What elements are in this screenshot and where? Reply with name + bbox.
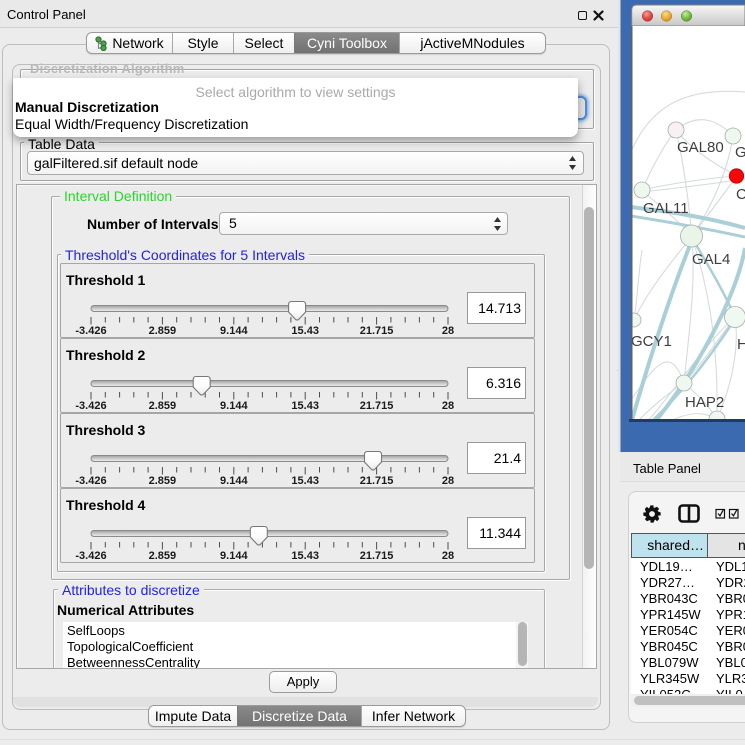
- svg-text:-3.426: -3.426: [75, 475, 106, 487]
- svg-text:2.859: 2.859: [149, 475, 177, 487]
- svg-text:21.715: 21.715: [360, 475, 394, 487]
- svg-text:9.144: 9.144: [220, 325, 248, 337]
- svg-text:15.43: 15.43: [291, 400, 319, 412]
- svg-text:15.43: 15.43: [291, 550, 319, 562]
- svg-text:9.144: 9.144: [220, 400, 248, 412]
- svg-text:21.715: 21.715: [360, 325, 394, 337]
- svg-text:2.859: 2.859: [149, 325, 177, 337]
- svg-text:-3.426: -3.426: [75, 325, 106, 337]
- svg-text:28: 28: [442, 550, 454, 562]
- svg-text:GCY1: GCY1: [631, 333, 672, 350]
- svg-text:C: C: [736, 186, 745, 203]
- svg-text:HAP2: HAP2: [685, 394, 724, 411]
- svg-text:28: 28: [442, 325, 454, 337]
- svg-text:GAL4: GAL4: [692, 251, 730, 268]
- svg-text:15.43: 15.43: [291, 475, 319, 487]
- svg-text:9.144: 9.144: [220, 475, 248, 487]
- svg-text:21.715: 21.715: [360, 400, 394, 412]
- svg-text:2.859: 2.859: [149, 550, 177, 562]
- svg-text:2.859: 2.859: [149, 400, 177, 412]
- svg-text:-3.426: -3.426: [75, 400, 106, 412]
- svg-text:9.144: 9.144: [220, 550, 248, 562]
- svg-text:28: 28: [442, 475, 454, 487]
- svg-text:GAL11: GAL11: [643, 200, 689, 217]
- svg-text:GAL80: GAL80: [677, 139, 724, 156]
- svg-text:GA: GA: [735, 144, 745, 161]
- svg-text:H: H: [737, 336, 745, 353]
- svg-text:28: 28: [442, 400, 454, 412]
- svg-text:15.43: 15.43: [291, 325, 319, 337]
- svg-text:21.715: 21.715: [360, 550, 394, 562]
- svg-text:-3.426: -3.426: [75, 550, 106, 562]
